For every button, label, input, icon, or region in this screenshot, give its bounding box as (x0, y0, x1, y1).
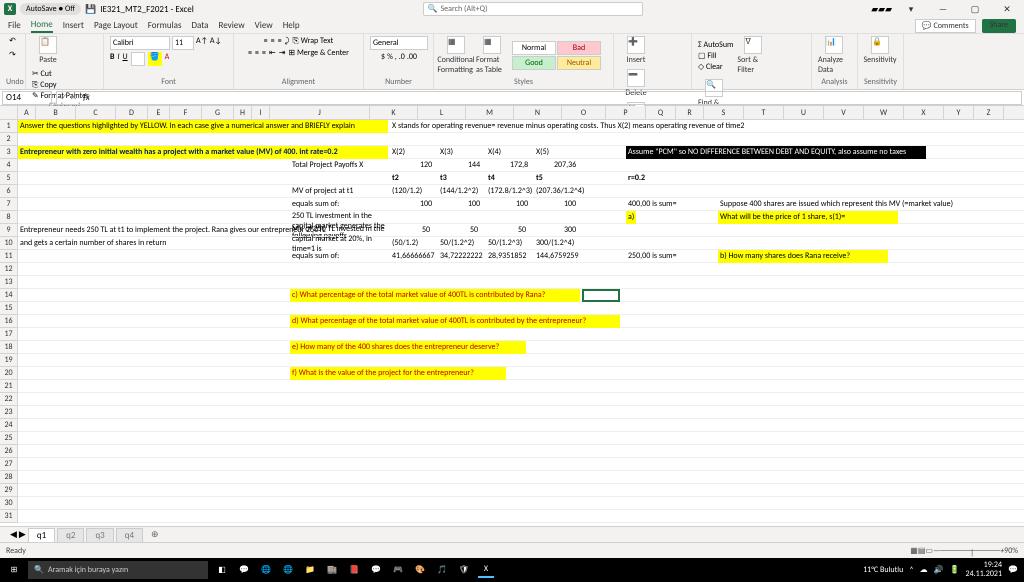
orientation-icon[interactable]: ⤸ (285, 36, 290, 46)
tab-pagelayout[interactable]: Page Layout (94, 20, 138, 31)
minimize-icon[interactable]: — (930, 4, 956, 15)
redo-icon[interactable]: ↷ (9, 50, 16, 60)
number-format-select[interactable] (370, 36, 428, 50)
align-top-icon[interactable]: ≡ (264, 36, 268, 46)
align-right-icon[interactable]: ≡ (262, 48, 266, 58)
merge-center-button[interactable]: ⊞ Merge & Center (288, 48, 349, 58)
weather-widget[interactable]: 11°C Bulutlu (863, 565, 903, 575)
cut-button[interactable]: ✂ Cut (32, 69, 89, 79)
font-size-select[interactable] (172, 36, 194, 50)
zoom-out-icon[interactable]: — (933, 546, 940, 556)
status-ready: Ready (6, 546, 26, 556)
font-name-select[interactable] (110, 36, 170, 50)
ribbon-options-icon[interactable]: ▾ (898, 4, 924, 15)
style-neutral[interactable]: Neutral (557, 56, 601, 70)
analysis-label: Analysis (818, 77, 851, 87)
indent-dec-icon[interactable]: ⇤ (269, 48, 276, 58)
new-sheet-button[interactable]: ⊕ (145, 528, 165, 541)
tab-formulas[interactable]: Formulas (148, 20, 182, 31)
style-bad[interactable]: Bad (557, 41, 601, 55)
format-as-table-button[interactable]: ▦Format as Table (476, 36, 508, 75)
name-box[interactable]: O14 (2, 91, 52, 105)
copy-button[interactable]: ⎘ Copy (32, 80, 89, 90)
tray-cloud-icon[interactable]: ☁ (920, 565, 928, 575)
undo-label: Undo (6, 77, 19, 87)
currency-icon[interactable]: $ (381, 52, 385, 62)
tab-help[interactable]: Help (283, 20, 300, 31)
shrink-font-icon[interactable]: A↓ (210, 36, 222, 50)
italic-button[interactable]: I (117, 52, 119, 66)
autosave-toggle[interactable]: AutoSave ● Off (20, 3, 81, 15)
analyze-data-button[interactable]: 📊Analyze Data (818, 36, 850, 75)
filename: IE321_MT2_F2021 - Excel (100, 4, 194, 15)
border-button[interactable] (131, 52, 145, 66)
tray-chevron-icon[interactable]: ˄ (909, 565, 913, 575)
sheet-nav-prev[interactable]: ◀ (10, 529, 17, 540)
align-left-icon[interactable]: ≡ (248, 48, 252, 58)
font-group-label: Font (110, 77, 227, 87)
font-color-button[interactable]: A (165, 52, 170, 66)
clear-button[interactable]: ◇ Clear (698, 62, 733, 72)
active-cell[interactable] (582, 289, 620, 302)
undo-icon[interactable]: ↶ (9, 36, 16, 46)
account-icon[interactable]: ▰▰▰ (871, 4, 892, 15)
sheet-tab-q1[interactable]: q1 (28, 528, 55, 542)
maximize-icon[interactable]: ▢ (962, 4, 988, 15)
comments-button[interactable]: 💬 Comments (915, 19, 976, 33)
fill-color-button[interactable]: 🪣 (148, 52, 162, 66)
inc-dec-icon[interactable]: .0 (399, 52, 405, 62)
clock-date[interactable]: 24.11.2021 (966, 570, 1002, 579)
tray-volume-icon[interactable]: 🔊 (934, 565, 944, 575)
sheet-tab-q4[interactable]: q4 (116, 528, 143, 542)
column-headers[interactable]: ABC DEF GHI JKL MNO PQR STU VWX YZ (0, 106, 1024, 120)
sensitivity-label: Sensitivity (864, 77, 897, 87)
number-label: Number (370, 77, 427, 87)
styles-label: Styles (440, 77, 607, 87)
fill-button[interactable]: ▢ Fill (698, 51, 733, 61)
view-normal-icon[interactable]: ▦ (910, 546, 918, 556)
excel-icon: X (4, 3, 16, 15)
wrap-text-button[interactable]: ⎘ Wrap Text (292, 36, 333, 46)
sheet-tab-q2[interactable]: q2 (57, 528, 84, 542)
sort-filter-button[interactable]: ᐁSort & Filter (737, 36, 769, 75)
insert-cells-button[interactable]: ➕Insert (620, 36, 652, 65)
grow-font-icon[interactable]: A↑ (196, 36, 208, 50)
align-mid-icon[interactable]: ≡ (271, 36, 275, 46)
autosum-button[interactable]: Σ AutoSum (698, 40, 733, 50)
comma-icon[interactable]: , (395, 52, 397, 62)
sheet-nav-next[interactable]: ▶ (19, 529, 26, 540)
share-button[interactable]: Share (982, 19, 1016, 33)
tab-review[interactable]: Review (218, 20, 244, 31)
save-icon[interactable]: 💾 (85, 4, 96, 15)
view-layout-icon[interactable]: ▤ (918, 546, 926, 556)
notifications-icon[interactable]: 💬 (1008, 565, 1018, 575)
style-good[interactable]: Good (512, 56, 556, 70)
style-normal[interactable]: Normal (512, 41, 556, 55)
tab-insert[interactable]: Insert (63, 20, 84, 31)
sheet-tab-q3[interactable]: q3 (86, 528, 113, 542)
sensitivity-button[interactable]: 🔒Sensitivity (864, 36, 896, 65)
tray-battery-icon[interactable]: 🔋 (950, 565, 960, 575)
spreadsheet-cells[interactable]: 1 Answer the questions highlighted by YE… (0, 120, 1024, 523)
indent-inc-icon[interactable]: ⇥ (279, 48, 286, 58)
zoom-level[interactable]: 90% (1004, 546, 1018, 556)
align-bot-icon[interactable]: ≡ (278, 36, 282, 46)
bold-button[interactable]: B (110, 52, 114, 66)
tab-data[interactable]: Data (191, 20, 208, 31)
percent-icon[interactable]: % (387, 52, 393, 62)
paste-button[interactable]: 📋Paste (32, 36, 64, 65)
formula-bar[interactable]: ✓ ✕fx (56, 91, 1022, 105)
close-icon[interactable]: ✕ (994, 4, 1020, 15)
underline-button[interactable]: U (123, 52, 128, 66)
tab-view[interactable]: View (255, 20, 273, 31)
tab-file[interactable]: File (8, 20, 21, 31)
alignment-label: Alignment (240, 77, 357, 87)
conditional-formatting-button[interactable]: ▦Conditional Formatting (440, 36, 472, 75)
taskbar-search[interactable]: 🔍 Aramak için buraya yazın (28, 561, 208, 579)
align-center-icon[interactable]: ≡ (255, 48, 259, 58)
dec-dec-icon[interactable]: .00 (407, 52, 417, 62)
tab-home[interactable]: Home (31, 19, 53, 33)
search-box[interactable]: 🔍 Search (Alt+Q) (423, 2, 643, 16)
view-break-icon[interactable]: ▭ (925, 546, 933, 556)
